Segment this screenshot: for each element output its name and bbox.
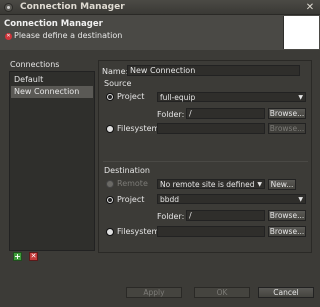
destination-filesystem-field[interactable] <box>157 226 265 237</box>
cancel-button[interactable]: Cancel <box>258 287 314 298</box>
source-folder-field[interactable]: / <box>186 108 265 119</box>
destination-folder-field[interactable]: / <box>186 210 265 221</box>
window-title: Connection Manager <box>20 2 125 12</box>
source-project-radio[interactable] <box>106 93 114 101</box>
destination-remote-select[interactable]: No remote site is defined ▼ <box>157 179 265 189</box>
name-field[interactable]: New Connection <box>127 65 300 76</box>
close-icon[interactable]: ✕ <box>304 2 316 13</box>
list-item[interactable]: Default <box>11 74 93 86</box>
apply-button[interactable]: Apply <box>126 287 182 298</box>
source-folder-label: Folder: <box>157 110 185 119</box>
ok-button[interactable]: OK <box>194 287 250 298</box>
destination-filesystem-label: Filesystem <box>117 227 160 236</box>
connections-list[interactable]: Default New Connection <box>9 71 95 251</box>
destination-project-select[interactable]: bbdd ▼ <box>157 194 306 204</box>
destination-heading: Destination <box>104 166 150 175</box>
section-divider <box>103 161 308 162</box>
window-menu-icon[interactable] <box>4 3 13 12</box>
error-icon: ✕ <box>5 33 12 40</box>
banner-message: Please define a destination <box>14 31 123 40</box>
connection-details-panel <box>98 60 312 253</box>
source-filesystem-field[interactable] <box>157 123 265 134</box>
banner-image <box>283 16 319 49</box>
delete-connection-button[interactable]: ✕ <box>29 252 38 261</box>
source-filesystem-label: Filesystem <box>117 124 160 133</box>
destination-remote-label: Remote <box>117 179 148 188</box>
destination-project-radio[interactable] <box>106 196 114 204</box>
source-filesystem-radio[interactable] <box>106 125 114 133</box>
destination-filesystem-browse-button[interactable]: Browse... <box>268 226 306 237</box>
new-remote-button[interactable]: New... <box>268 179 296 190</box>
destination-browse-button[interactable]: Browse... <box>268 210 306 221</box>
name-label: Name: <box>102 67 129 76</box>
source-browse-button[interactable]: Browse... <box>268 108 306 119</box>
destination-project-label: Project <box>117 195 145 204</box>
add-connection-button[interactable]: + <box>13 252 22 261</box>
source-heading: Source <box>104 79 132 88</box>
destination-remote-radio[interactable] <box>106 180 114 188</box>
connections-label: Connections <box>10 60 60 69</box>
destination-filesystem-radio[interactable] <box>106 228 114 236</box>
destination-folder-label: Folder: <box>157 212 185 221</box>
banner-title: Connection Manager <box>4 19 103 29</box>
source-filesystem-browse-button[interactable]: Browse... <box>268 123 306 134</box>
source-project-select[interactable]: full-equip ▼ <box>157 92 306 102</box>
list-item[interactable]: New Connection <box>11 86 93 98</box>
source-project-label: Project <box>117 92 145 101</box>
